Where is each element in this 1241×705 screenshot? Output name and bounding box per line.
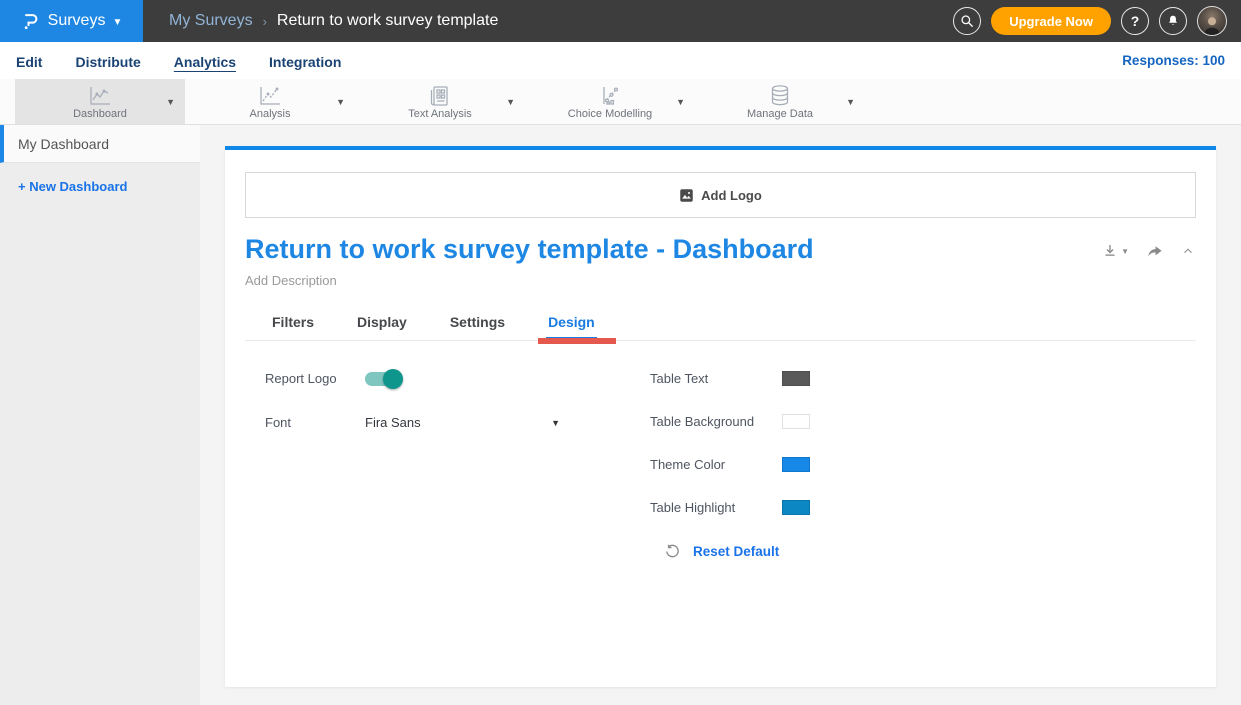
collapse-button[interactable] (1180, 244, 1196, 258)
theme-color-label: Theme Color (650, 457, 782, 472)
person-icon (1200, 13, 1224, 35)
toolbar-item-dashboard[interactable]: Dashboard ▼ (15, 79, 185, 124)
download-button[interactable]: ▼ (1101, 242, 1129, 260)
table-highlight-label: Table Highlight (650, 500, 782, 515)
reset-default-label: Reset Default (693, 544, 779, 559)
chevron-down-icon[interactable]: ▼ (846, 97, 855, 107)
settings-tabs: Filters Display Settings Design (245, 308, 1196, 341)
question-mark-icon: ? (1131, 13, 1140, 29)
tab-design-label: Design (548, 314, 595, 330)
design-form: Report Logo Font Fira Sans ▼ (245, 371, 1196, 560)
chevron-up-icon (1180, 244, 1196, 258)
chevron-down-icon[interactable]: ▼ (676, 97, 685, 107)
table-background-color-swatch[interactable] (782, 414, 810, 429)
download-icon (1101, 242, 1119, 260)
toolbar-item-label: Analysis (250, 108, 291, 120)
sidebar-item-label: My Dashboard (18, 136, 109, 152)
font-selected-value: Fira Sans (365, 415, 421, 430)
reset-default-button[interactable]: Reset Default (664, 543, 810, 560)
toolbar-item-choice-modelling[interactable]: Choice Modelling ▼ (525, 79, 695, 124)
toggle-knob (383, 369, 403, 389)
sidebar-item-my-dashboard[interactable]: My Dashboard (0, 125, 200, 163)
chevron-down-icon[interactable]: ▼ (166, 97, 175, 107)
report-logo-toggle[interactable] (365, 372, 401, 386)
search-icon (960, 14, 974, 28)
surveys-product-menu[interactable]: Surveys ▼ (0, 0, 143, 42)
chevron-down-icon: ▼ (112, 17, 122, 28)
breadcrumb-my-surveys[interactable]: My Surveys (169, 12, 253, 30)
toolbar-item-label: Text Analysis (408, 108, 472, 120)
add-logo-label: Add Logo (701, 188, 762, 203)
dashboard-main: Add Logo Return to work survey template … (200, 125, 1241, 705)
toolbar-item-label: Manage Data (747, 108, 813, 120)
table-highlight-color-swatch[interactable] (782, 500, 810, 515)
search-button[interactable] (953, 7, 981, 35)
breadcrumb-separator: › (263, 14, 267, 29)
new-dashboard-button[interactable]: + New Dashboard (0, 163, 200, 210)
brand-label: Surveys (48, 12, 106, 30)
questionpro-logo-icon (21, 10, 41, 32)
image-icon (679, 188, 694, 203)
toolbar-item-analysis[interactable]: Analysis ▼ (185, 79, 355, 124)
add-logo-dropzone[interactable]: Add Logo (245, 172, 1196, 218)
chevron-down-icon: ▼ (1121, 247, 1129, 256)
notifications-button[interactable] (1159, 7, 1187, 35)
chevron-down-icon[interactable]: ▼ (336, 97, 345, 107)
choice-modelling-icon (597, 83, 623, 107)
breadcrumb-current-survey: Return to work survey template (277, 12, 498, 30)
upgrade-now-button[interactable]: Upgrade Now (991, 7, 1111, 35)
table-background-label: Table Background (650, 414, 782, 429)
tab-filters[interactable]: Filters (270, 308, 316, 340)
chevron-down-icon: ▼ (551, 418, 560, 428)
breadcrumb: My Surveys › Return to work survey templ… (169, 12, 498, 30)
dashboard-title[interactable]: Return to work survey template - Dashboa… (245, 234, 814, 265)
chevron-down-icon[interactable]: ▼ (506, 97, 515, 107)
analysis-chart-icon (257, 83, 283, 107)
nav-item-distribute[interactable]: Distribute (75, 45, 140, 77)
reset-icon (664, 543, 681, 560)
dashboard-chart-icon (87, 83, 113, 107)
table-text-color-swatch[interactable] (782, 371, 810, 386)
text-analysis-icon (428, 83, 452, 107)
responses-count[interactable]: Responses: 100 (1122, 53, 1225, 68)
analytics-toolbar: Dashboard ▼ Analysis ▼ Text Analysis ▼ C… (0, 79, 1241, 125)
toolbar-item-label: Choice Modelling (568, 108, 652, 120)
user-avatar[interactable] (1197, 6, 1227, 36)
theme-color-swatch[interactable] (782, 457, 810, 472)
nav-item-integration[interactable]: Integration (269, 45, 341, 77)
table-text-label: Table Text (650, 371, 782, 386)
nav-item-analytics[interactable]: Analytics (174, 45, 236, 77)
tab-design[interactable]: Design (546, 308, 597, 340)
report-logo-label: Report Logo (265, 371, 365, 386)
font-dropdown[interactable]: Fira Sans ▼ (365, 415, 560, 430)
nav-item-edit[interactable]: Edit (16, 45, 42, 77)
toolbar-item-manage-data[interactable]: Manage Data ▼ (695, 79, 865, 124)
toolbar-item-text-analysis[interactable]: Text Analysis ▼ (355, 79, 525, 124)
survey-nav: Edit Distribute Analytics Integration Re… (0, 42, 1241, 79)
tab-display[interactable]: Display (355, 308, 409, 340)
tab-settings[interactable]: Settings (448, 308, 507, 340)
share-arrow-icon (1145, 243, 1164, 260)
help-button[interactable]: ? (1121, 7, 1149, 35)
design-tab-highlight-marker (538, 338, 616, 344)
top-bar: Surveys ▼ My Surveys › Return to work su… (0, 0, 1241, 42)
dashboard-panel: Add Logo Return to work survey template … (225, 146, 1216, 687)
dashboard-sidebar: My Dashboard + New Dashboard (0, 125, 200, 705)
share-button[interactable] (1145, 243, 1164, 260)
bell-icon (1166, 14, 1180, 28)
add-description-field[interactable]: Add Description (245, 273, 1196, 288)
toolbar-item-label: Dashboard (73, 108, 127, 120)
font-label: Font (265, 415, 365, 430)
database-icon (768, 83, 792, 107)
